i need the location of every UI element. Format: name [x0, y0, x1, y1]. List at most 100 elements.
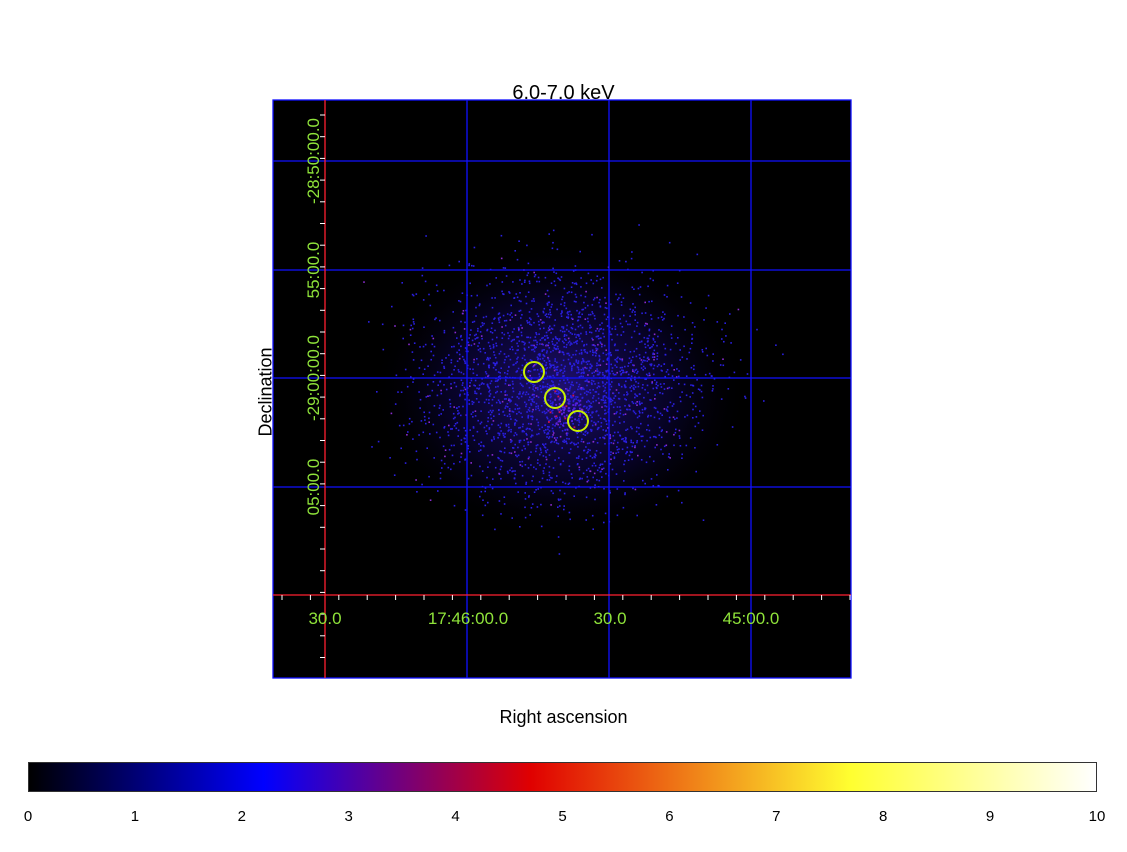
photon-event [532, 348, 535, 351]
photon-event [562, 440, 564, 443]
photon-event [570, 356, 573, 359]
photon-event [491, 411, 493, 414]
photon-event [663, 343, 665, 346]
colorbar-tick-label: 5 [558, 808, 567, 825]
photon-event [517, 491, 519, 493]
photon-event [666, 495, 669, 498]
photon-event [464, 360, 466, 362]
photon-event [623, 421, 625, 423]
photon-event [550, 395, 552, 398]
photon-event [623, 480, 625, 482]
photon-event [555, 442, 558, 444]
photon-event [577, 442, 579, 444]
dec-tick-label: 05:00.0 [304, 459, 323, 516]
photon-event [448, 398, 451, 401]
photon-event [625, 452, 627, 455]
photon-event [570, 369, 573, 372]
photon-event [587, 399, 590, 402]
photon-event [563, 422, 565, 424]
photon-event [589, 324, 591, 327]
photon-event [583, 388, 585, 391]
photon-event [654, 446, 656, 449]
photon-event [527, 443, 530, 446]
photon-event [544, 276, 547, 279]
photon-event [578, 420, 580, 422]
photon-event [630, 426, 632, 428]
photon-event [631, 401, 634, 403]
photon-event [443, 329, 446, 332]
photon-event [491, 454, 494, 456]
photon-event [644, 388, 646, 391]
photon-event [683, 383, 686, 386]
photon-event [538, 324, 540, 326]
photon-event [679, 359, 681, 361]
photon-event [562, 372, 564, 374]
photon-event [500, 513, 502, 515]
photon-event [563, 304, 566, 307]
photon-event [402, 424, 405, 427]
photon-event [547, 295, 550, 298]
photon-event [551, 417, 553, 420]
photon-event [618, 416, 621, 418]
photon-event [576, 372, 578, 374]
photon-event [626, 391, 628, 393]
photon-event [601, 372, 604, 374]
photon-event [412, 321, 415, 323]
photon-event [716, 444, 719, 446]
photon-event [630, 257, 633, 260]
photon-event [453, 425, 456, 427]
photon-event [611, 328, 613, 330]
photon-event [565, 328, 568, 331]
photon-event [539, 343, 541, 345]
photon-event [624, 436, 627, 439]
photon-event [663, 294, 666, 296]
photon-event [691, 337, 694, 340]
photon-event [650, 478, 653, 480]
photon-event [552, 343, 554, 345]
photon-event [545, 352, 548, 354]
photon-event [553, 324, 556, 327]
photon-event [517, 345, 519, 347]
photon-event [459, 395, 461, 397]
photon-event [567, 393, 569, 395]
photon-event [479, 445, 482, 447]
photon-event [490, 327, 493, 330]
photon-event [589, 313, 592, 316]
photon-event [514, 250, 516, 252]
photon-event [564, 382, 567, 384]
photon-event [670, 325, 673, 327]
photon-event [448, 354, 450, 356]
photon-event [514, 473, 517, 476]
photon-event [447, 431, 449, 433]
photon-event [566, 437, 568, 440]
photon-event [665, 371, 668, 373]
photon-event [572, 392, 575, 395]
photon-event [499, 468, 502, 471]
photon-event [474, 415, 477, 417]
photon-event [597, 337, 600, 340]
photon-event [586, 442, 589, 445]
photon-event [453, 462, 455, 465]
photon-event [500, 422, 503, 425]
photon-event [527, 272, 530, 274]
photon-event [600, 425, 602, 428]
photon-event [618, 297, 620, 299]
photon-event [632, 368, 634, 371]
photon-event [622, 331, 625, 333]
photon-event [633, 350, 635, 353]
photon-event [614, 420, 616, 423]
photon-event [657, 335, 659, 338]
photon-event [624, 493, 626, 496]
photon-event [581, 371, 583, 374]
photon-event [487, 420, 489, 423]
photon-event [643, 396, 645, 399]
photon-event [546, 304, 549, 306]
photon-event [483, 401, 486, 404]
photon-event [667, 373, 670, 376]
photon-event [630, 361, 632, 364]
photon-event [518, 397, 520, 400]
photon-event [542, 336, 544, 339]
photon-event [498, 352, 501, 355]
photon-event [520, 374, 523, 376]
photon-event [526, 320, 528, 322]
